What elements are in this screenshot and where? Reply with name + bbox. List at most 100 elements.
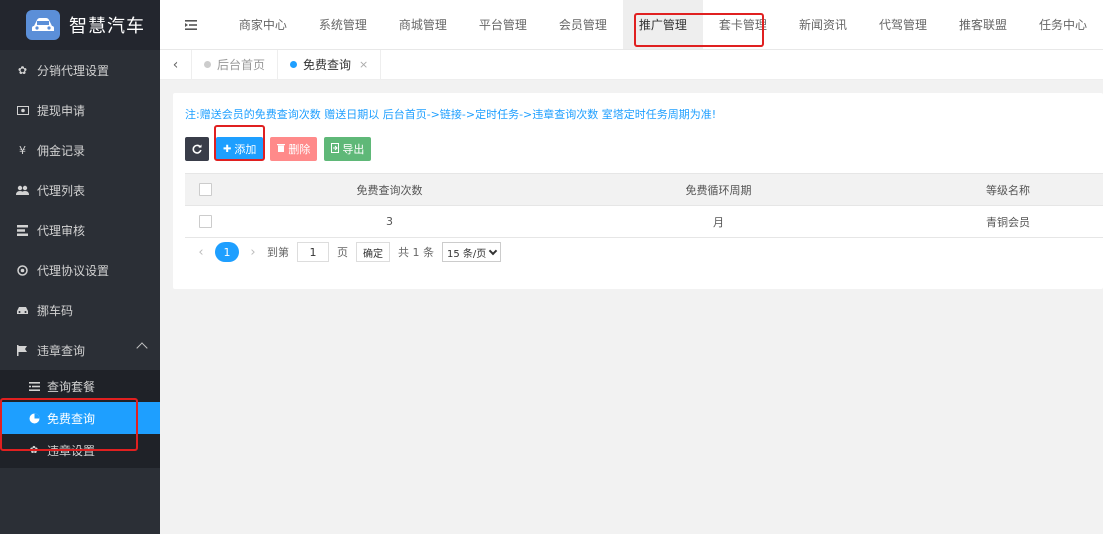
flag-icon xyxy=(16,344,29,357)
close-icon[interactable]: × xyxy=(359,58,368,71)
add-button-label: 添加 xyxy=(234,143,257,156)
sidebar-item-agent-list[interactable]: 代理列表 xyxy=(0,170,160,210)
row-checkbox-cell xyxy=(185,215,225,228)
audit-icon xyxy=(16,224,29,237)
refresh-icon xyxy=(192,144,202,154)
sidebar-item-withdraw[interactable]: 提现申请 xyxy=(0,90,160,130)
nav-item-mall[interactable]: 商城管理 xyxy=(383,0,463,49)
yen-icon: ¥ xyxy=(19,143,26,157)
nav-item-merchant-center[interactable]: 商家中心 xyxy=(223,0,303,49)
sidebar-item-label: 提现申请 xyxy=(37,103,86,118)
column-header[interactable]: 免费循环周期 xyxy=(554,182,883,198)
nav-item-driving[interactable]: 代驾管理 xyxy=(863,0,943,49)
nav-item-promotion[interactable]: 推广管理 xyxy=(622,0,703,49)
chevron-left-icon: ‹ xyxy=(172,56,179,73)
export-button[interactable]: 导出 xyxy=(324,137,372,161)
next-page-icon[interactable]: › xyxy=(247,245,259,260)
sidebar-item-label: 代理协议设置 xyxy=(37,263,110,278)
tab-bar: ‹ 后台首页 免费查询 × xyxy=(160,50,1103,80)
sidebar-item-label: 代理列表 xyxy=(37,183,86,198)
sidebar-item-move-car-code[interactable]: 挪车码 xyxy=(0,290,160,330)
tab-label: 免费查询 xyxy=(303,58,352,72)
sidebar-item-commission[interactable]: ¥ 佣金记录 xyxy=(0,130,160,170)
column-header[interactable]: 等级名称 xyxy=(883,182,1103,198)
export-button-label: 导出 xyxy=(342,143,365,156)
table-header-row: 免费查询次数 免费循环周期 等级名称 xyxy=(185,174,1103,206)
top-nav: 商家中心 系统管理 商城管理 平台管理 会员管理 推广管理 套卡管理 新闻资讯 … xyxy=(160,0,1103,50)
gear-icon: ✿ xyxy=(29,444,39,456)
goto-page-input[interactable] xyxy=(297,242,329,262)
nav-item-tasks[interactable]: 任务中心 xyxy=(1023,0,1103,49)
settings-icon xyxy=(16,264,29,277)
sidebar-item-label: 分销代理设置 xyxy=(37,63,110,78)
money-icon xyxy=(16,104,29,117)
content-card: 注:赠送会员的免费查询次数 赠送日期以 后台首页->链接->定时任务->违章查询… xyxy=(173,93,1103,289)
sidebar-item-agent-agreement[interactable]: 代理协议设置 xyxy=(0,250,160,290)
export-icon xyxy=(331,142,340,156)
submenu-item-free-query[interactable]: 免费查询 xyxy=(0,402,160,434)
sidebar-item-agent-audit[interactable]: 代理审核 xyxy=(0,210,160,250)
table-cell: 月 xyxy=(713,215,724,229)
submenu-item-violation-settings[interactable]: ✿ 违章设置 xyxy=(0,434,160,466)
tab-dot-icon xyxy=(290,61,298,68)
page-size-value: 15 条/页 xyxy=(447,248,487,260)
table-cell: 3 xyxy=(386,215,393,228)
gear-icon: ✿ xyxy=(17,63,28,77)
page-unit-label: 页 xyxy=(337,246,348,259)
delete-button[interactable]: 删除 xyxy=(270,137,318,161)
menu-toggle-icon xyxy=(185,19,198,30)
sidebar-item-label: 挪车码 xyxy=(37,303,74,318)
tab-free-query[interactable]: 免费查询 × xyxy=(278,50,382,79)
nav-item-news[interactable]: 新闻资讯 xyxy=(783,0,863,49)
chevron-up-icon xyxy=(136,342,148,354)
tab-prev-button[interactable]: ‹ xyxy=(160,50,192,79)
table-row[interactable]: 3 月 青铜会员 xyxy=(185,206,1103,238)
select-all-checkbox[interactable] xyxy=(198,183,212,196)
note-text: 注:赠送会员的免费查询次数 赠送日期以 后台首页->链接->定时任务->违章查询… xyxy=(185,108,717,121)
nav-item-referral[interactable]: 推客联盟 xyxy=(943,0,1023,49)
car-icon xyxy=(16,304,29,317)
pagination: ‹ 1 › 到第 页 确定 共 1 条 15 条/页 xyxy=(195,242,502,262)
chevron-down-icon xyxy=(489,246,498,255)
goto-label: 到第 xyxy=(267,246,289,259)
nav-item-platform[interactable]: 平台管理 xyxy=(463,0,543,49)
data-table: 免费查询次数 免费循环周期 等级名称 3 月 青铜会员 xyxy=(185,173,1103,238)
submenu-item-query-package[interactable]: 查询套餐 xyxy=(0,370,160,402)
column-header[interactable]: 免费查询次数 xyxy=(225,182,554,198)
pie-icon xyxy=(28,412,40,424)
nav-item-card[interactable]: 套卡管理 xyxy=(703,0,783,49)
add-button[interactable]: ✚ 添加 xyxy=(216,137,264,161)
nav-item-member[interactable]: 会员管理 xyxy=(543,0,623,49)
prev-page-icon[interactable]: ‹ xyxy=(195,245,207,260)
nav-item-system[interactable]: 系统管理 xyxy=(303,0,383,49)
table-cell: 青铜会员 xyxy=(986,215,1030,229)
page-size-select[interactable]: 15 条/页 xyxy=(442,242,502,262)
sidebar-item-violation-query[interactable]: 违章查询 xyxy=(0,330,160,370)
menu-toggle-button[interactable] xyxy=(160,0,223,49)
tab-home[interactable]: 后台首页 xyxy=(192,50,279,79)
total-count: 共 1 条 xyxy=(398,246,434,259)
plus-icon: ✚ xyxy=(223,143,232,155)
sidebar-item-label: 代理审核 xyxy=(37,223,86,238)
refresh-button[interactable] xyxy=(185,137,209,161)
car-logo-icon xyxy=(26,10,60,40)
sidebar-item-label: 违章查询 xyxy=(37,343,86,358)
current-page[interactable]: 1 xyxy=(215,242,239,262)
submenu-item-label: 免费查询 xyxy=(47,411,96,426)
users-icon xyxy=(16,184,29,197)
list-icon xyxy=(28,380,40,392)
row-checkbox[interactable] xyxy=(198,215,212,228)
app-title: 智慧汽车 xyxy=(69,16,145,37)
tab-label: 后台首页 xyxy=(217,58,266,72)
toolbar: ✚ 添加 删除 导出 xyxy=(185,137,372,161)
sidebar-item-label: 佣金记录 xyxy=(37,143,86,158)
tab-dot-icon xyxy=(204,61,211,68)
logo: 智慧汽车 xyxy=(0,0,160,50)
submenu-item-label: 查询套餐 xyxy=(47,379,96,394)
sidebar-item-distribution-settings[interactable]: ✿ 分销代理设置 xyxy=(0,50,160,90)
confirm-page-button[interactable]: 确定 xyxy=(356,242,390,262)
submenu-item-label: 违章设置 xyxy=(47,443,96,458)
sidebar: 智慧汽车 ✿ 分销代理设置 提现申请 ¥ 佣金记录 代理列表 代理审核 代理协议… xyxy=(0,0,160,534)
submenu-violation: 查询套餐 免费查询 ✿ 违章设置 xyxy=(0,370,160,468)
trash-icon xyxy=(277,143,286,155)
